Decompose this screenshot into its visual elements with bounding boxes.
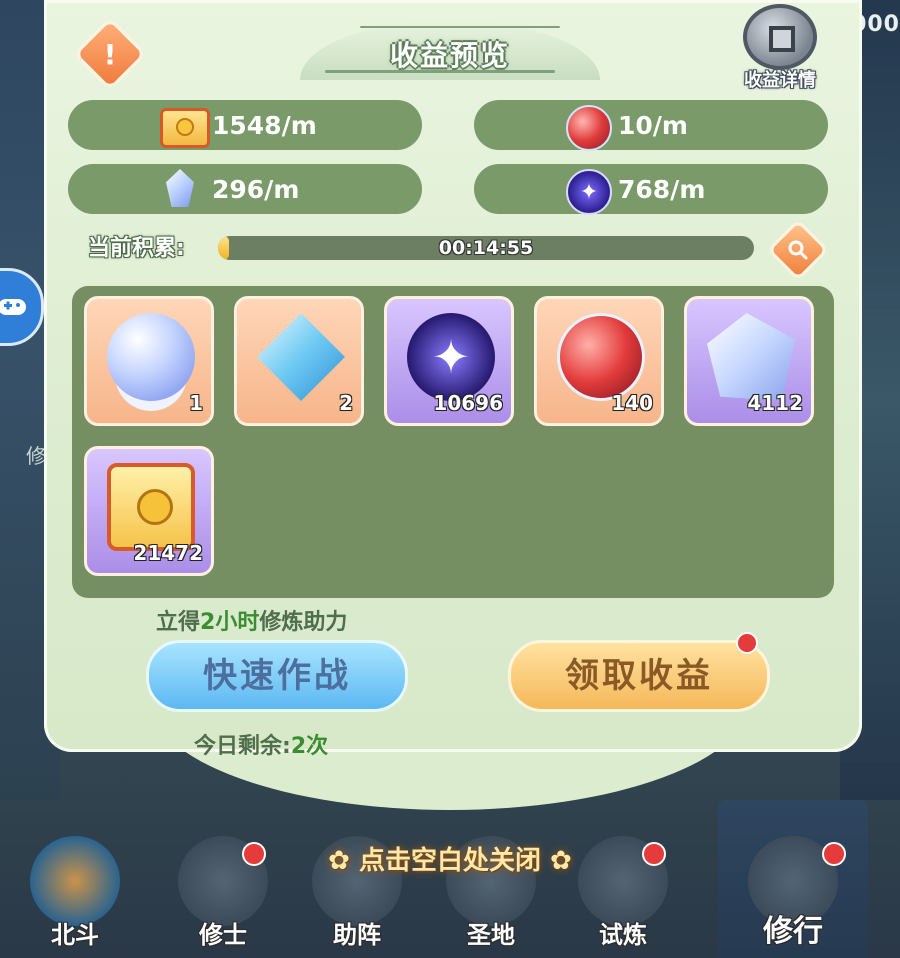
title-top-line xyxy=(360,26,560,28)
boost-description: 立得2小时修炼助力 xyxy=(156,604,347,636)
boost-suffix: 修炼助力 xyxy=(259,610,348,635)
background-side-text: 修 xyxy=(26,444,46,468)
remaining-prefix: 今日剩余: xyxy=(194,734,291,759)
nav-item-cultivator[interactable]: 修士 xyxy=(158,800,288,958)
title-underline xyxy=(325,70,555,73)
item-count: 1 xyxy=(189,391,203,415)
coin-icon xyxy=(743,4,817,70)
item-count: 140 xyxy=(611,391,653,415)
item-slot-red-orb[interactable]: 140 xyxy=(534,296,664,426)
nav-label: 试炼 xyxy=(599,921,647,949)
reward-item-grid: 1 2 ✦ 10696 140 4112 21472 xyxy=(72,286,834,598)
red-orb-icon xyxy=(566,105,612,151)
nav-item-practice[interactable]: 修行 xyxy=(718,800,868,958)
item-slot-crystal[interactable]: 4112 xyxy=(684,296,814,426)
accumulated-label: 当前积累: xyxy=(88,236,185,261)
bottom-nav: 北斗 修士 助阵 圣地 试炼 修行 xyxy=(0,800,900,958)
gold-scroll-icon xyxy=(160,105,210,148)
nav-label: 修行 xyxy=(763,914,823,949)
item-slot-pearl[interactable]: 1 xyxy=(84,296,214,426)
collect-earnings-button[interactable]: 领取收益 xyxy=(508,640,770,712)
rate-value: 10/m xyxy=(618,110,688,140)
rate-pill-star-orb: ✦ 768/m xyxy=(474,164,828,215)
star-orb-icon: ✦ xyxy=(407,313,495,401)
rate-pill-crystal: 296/m xyxy=(68,164,422,214)
flower-icon: ✿ xyxy=(328,846,359,876)
flower-icon: ✿ xyxy=(541,846,572,876)
red-orb-icon xyxy=(557,313,645,401)
item-slot-star-orb[interactable]: ✦ 10696 xyxy=(384,296,514,426)
nav-label: 修士 xyxy=(199,921,247,949)
nav-label: 圣地 xyxy=(467,921,515,949)
rate-value: 1548/m xyxy=(212,110,317,140)
notification-dot xyxy=(736,632,758,654)
boost-hours: 2小时 xyxy=(200,610,260,635)
nav-item-trial[interactable]: 试炼 xyxy=(558,800,688,958)
nav-item-beidou[interactable]: 北斗 xyxy=(10,800,140,958)
crystal-icon xyxy=(160,169,202,209)
accumulated-time: 00:14:55 xyxy=(438,237,534,259)
close-hint-text: 点击空白处关闭 xyxy=(358,846,541,876)
remaining-value: 2次 xyxy=(290,734,329,759)
item-slot-diamond-gem[interactable]: 2 xyxy=(234,296,364,426)
nav-item-assist[interactable]: 助阵 xyxy=(292,800,422,958)
crystal-icon xyxy=(707,313,795,401)
earnings-detail-button[interactable]: 收益详情 xyxy=(734,4,826,91)
gold-scroll-icon xyxy=(107,463,195,551)
pearl-icon xyxy=(107,313,195,401)
rate-value: 768/m xyxy=(618,174,706,204)
item-count: 4112 xyxy=(747,391,803,415)
star-orb-icon: ✦ xyxy=(566,169,612,215)
nav-item-holy-land[interactable]: 圣地 xyxy=(426,800,556,958)
accumulation-progress-bar: 00:14:55 xyxy=(218,236,754,260)
item-count: 10696 xyxy=(433,391,503,415)
rate-value: 296/m xyxy=(212,174,300,204)
remaining-today: 今日剩余:2次 xyxy=(194,728,328,760)
quick-battle-button[interactable]: 快速作战 xyxy=(146,640,408,712)
item-slot-gold-scroll[interactable]: 21472 xyxy=(84,446,214,576)
boost-prefix: 立得 xyxy=(156,610,201,635)
diamond-gem-icon xyxy=(257,313,345,401)
item-count: 21472 xyxy=(133,541,203,565)
rate-pill-gold-scroll: 1548/m xyxy=(68,100,422,150)
rate-pill-red-orb: 10/m xyxy=(474,100,828,151)
item-count: 2 xyxy=(339,391,353,415)
close-hint: ✿ 点击空白处关闭 ✿ xyxy=(0,840,900,877)
nav-label: 助阵 xyxy=(333,921,381,949)
nav-label: 北斗 xyxy=(51,921,99,949)
search-icon xyxy=(779,231,817,269)
